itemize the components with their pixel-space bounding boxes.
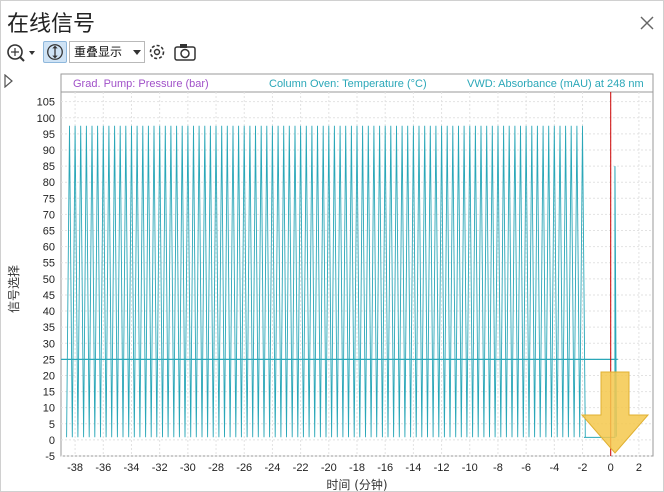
x-tick-label: -20 (321, 462, 337, 474)
chart: Grad. Pump: Pressure (bar) Column Oven: … (37, 73, 654, 491)
x-axis-label: 时间 (分钟) (326, 477, 387, 491)
x-tick-label: -26 (236, 462, 252, 474)
y-tick-label: 50 (43, 274, 55, 286)
legend-item-temperature: Column Oven: Temperature (°C) (269, 78, 427, 90)
x-tick-label: -22 (293, 462, 309, 474)
y-tick-label: 60 (43, 242, 55, 254)
x-tick-label: -2 (578, 462, 588, 474)
y-tick-label: 65 (43, 226, 55, 238)
y-tick-label: -5 (45, 451, 55, 463)
x-tick-label: -8 (493, 462, 503, 474)
x-tick-label: 2 (636, 462, 642, 474)
legend-item-absorbance: VWD: Absorbance (mAU) at 248 nm (467, 78, 644, 90)
x-tick-label: -18 (349, 462, 365, 474)
x-tick-label: -30 (180, 462, 196, 474)
x-axis: -38 -36 -34 -32 -30 -28 -26 -24 -22 -20 -18 -16 -14-… (67, 462, 642, 474)
x-tick-label: -12 (434, 462, 450, 474)
y-tick-label: 90 (43, 145, 55, 157)
x-tick-label: -28 (208, 462, 224, 474)
y-tick-label: 45 (43, 290, 55, 302)
y-tick-label: 25 (43, 354, 55, 366)
y-tick-label: 105 (37, 97, 55, 109)
legend-item-pressure: Grad. Pump: Pressure (bar) (73, 78, 209, 90)
x-tick-label: -32 (152, 462, 168, 474)
x-tick-label: 0 (608, 462, 614, 474)
x-tick-label: -6 (521, 462, 531, 474)
y-axis: 1051009590858075706560555045403530252015… (37, 97, 55, 463)
x-tick-label: -16 (377, 462, 393, 474)
y-tick-label: 100 (37, 113, 55, 125)
y-tick-label: 70 (43, 209, 55, 221)
y-tick-label: 10 (43, 403, 55, 415)
y-tick-label: 55 (43, 258, 55, 270)
x-tick-label: -10 (462, 462, 478, 474)
y-tick-label: 0 (49, 435, 55, 447)
y-tick-label: 85 (43, 161, 55, 173)
y-tick-label: 80 (43, 177, 55, 189)
online-signal-window: 在线信号 重叠显示 信号选择 Grad. Pump: Pressure (bar… (0, 0, 664, 492)
y-tick-label: 15 (43, 387, 55, 399)
y-tick-label: 40 (43, 306, 55, 318)
x-tick-label: -38 (67, 462, 83, 474)
x-tick-label: -24 (264, 462, 280, 474)
x-tick-label: -34 (124, 462, 140, 474)
x-tick-label: -36 (95, 462, 111, 474)
y-tick-label: 30 (43, 338, 55, 350)
y-tick-label: 35 (43, 322, 55, 334)
x-tick-label: -14 (405, 462, 421, 474)
y-tick-label: 95 (43, 129, 55, 141)
y-tick-label: 75 (43, 193, 55, 205)
y-tick-label: 5 (49, 419, 55, 431)
x-tick-label: -4 (549, 462, 559, 474)
y-tick-label: 20 (43, 370, 55, 382)
